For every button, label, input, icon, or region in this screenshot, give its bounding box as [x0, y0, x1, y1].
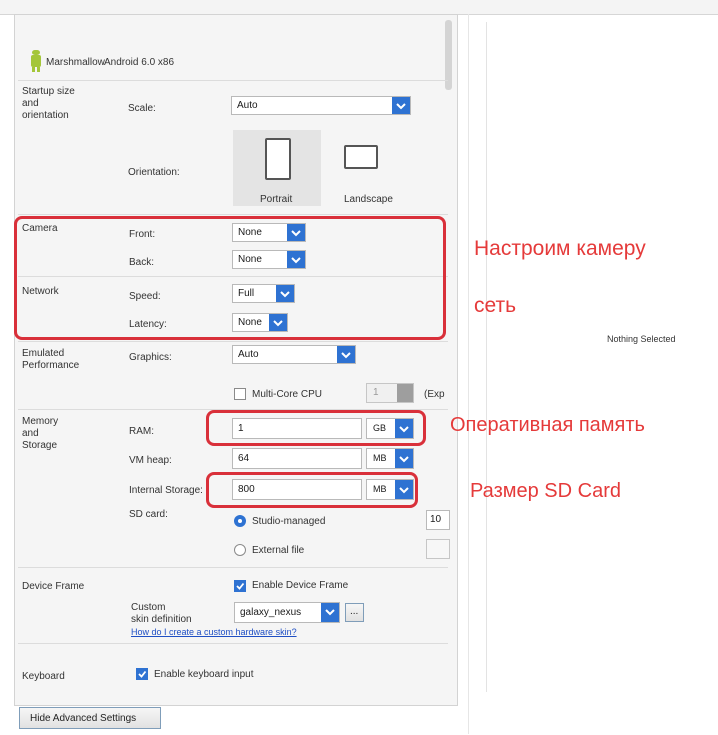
landscape-icon[interactable] — [344, 145, 378, 169]
external-file-label: External file — [252, 545, 305, 556]
enable-device-frame-checkbox[interactable] — [234, 580, 246, 592]
portrait-icon — [265, 138, 291, 180]
enable-keyboard-label: Enable keyboard input — [154, 669, 254, 680]
portrait-option[interactable]: Portrait — [233, 130, 321, 206]
multicore-checkbox[interactable] — [234, 388, 246, 400]
chevron-down-icon — [392, 97, 410, 114]
multicore-hint: (Exp — [424, 389, 445, 400]
annotation-box-internal-storage — [206, 472, 418, 508]
separator — [18, 80, 448, 81]
annotation-box-camera-network — [14, 216, 446, 340]
custom-skin-label: Custom skin definition — [131, 602, 192, 625]
outer-divider — [468, 14, 469, 734]
system-image-api: Android 6.0 x86 — [104, 57, 175, 68]
preview-panel — [486, 22, 718, 692]
external-file-path-input[interactable] — [426, 539, 450, 559]
sdcard-size-value: 10 — [430, 514, 442, 525]
vmheap-unit: MB — [373, 453, 387, 463]
device-frame-section-label: Device Frame — [22, 581, 85, 592]
graphics-combo[interactable]: Auto — [232, 345, 356, 364]
vmheap-label: VM heap: — [129, 455, 172, 466]
annotation-ram: Оперативная память — [450, 414, 645, 436]
scale-label: Scale: — [128, 103, 156, 114]
separator — [18, 567, 448, 568]
portrait-label: Portrait — [260, 194, 293, 205]
studio-managed-label: Studio-managed — [252, 516, 326, 527]
memory-section-label: Memory and Storage — [22, 416, 59, 451]
annotation-camera: Настроим камеру — [474, 237, 646, 260]
performance-section-label: Emulated Performance — [22, 348, 80, 371]
vmheap-value: 64 — [238, 453, 250, 464]
internal-storage-label: Internal Storage: — [129, 485, 203, 496]
enable-keyboard-checkbox[interactable] — [136, 668, 148, 680]
multicore-value: 1 — [373, 387, 379, 398]
vmheap-input[interactable]: 64 — [232, 448, 362, 469]
orientation-label: Orientation: — [128, 167, 180, 178]
chevron-down-icon — [337, 346, 355, 363]
studio-managed-radio[interactable] — [234, 515, 246, 527]
annotation-network: сеть — [474, 294, 517, 317]
multicore-label: Multi-Core CPU — [252, 389, 323, 400]
separator — [18, 214, 448, 215]
separator — [18, 643, 448, 644]
graphics-value: Auto — [238, 349, 259, 360]
graphics-label: Graphics: — [129, 352, 172, 363]
chevron-down-icon — [397, 384, 413, 402]
hide-advanced-settings-label: Hide Advanced Settings — [30, 713, 137, 724]
enable-device-frame-label: Enable Device Frame — [252, 580, 349, 591]
multicore-combo: 1 — [366, 383, 414, 403]
chevron-down-icon — [321, 603, 339, 622]
custom-skin-help-link[interactable]: How do I create a custom hardware skin? — [131, 627, 297, 637]
skin-value: galaxy_nexus — [240, 607, 302, 618]
top-toolbar-strip — [0, 0, 718, 15]
nothing-selected-text: Nothing Selected — [607, 334, 676, 344]
hide-advanced-settings-button[interactable]: Hide Advanced Settings — [19, 707, 161, 729]
browse-skin-button[interactable]: ... — [345, 603, 364, 622]
scale-combo[interactable]: Auto — [231, 96, 411, 115]
sdcard-size-input[interactable]: 10 — [426, 510, 450, 530]
chevron-down-icon — [395, 449, 413, 468]
ram-label: RAM: — [129, 426, 154, 437]
system-image-name: Marshmallow — [46, 57, 105, 68]
keyboard-section-label: Keyboard — [22, 671, 65, 682]
landscape-label[interactable]: Landscape — [344, 194, 393, 205]
android-icon — [29, 49, 43, 78]
external-file-radio[interactable] — [234, 544, 246, 556]
scale-value: Auto — [237, 100, 258, 111]
annotation-sdcard: Размер SD Card — [470, 480, 621, 502]
sdcard-label: SD card: — [129, 509, 168, 520]
separator — [18, 341, 448, 342]
vmheap-unit-combo[interactable]: MB — [366, 448, 414, 469]
startup-section-label: Startup size and orientation — [22, 86, 75, 121]
browse-skin-label: ... — [350, 606, 359, 617]
annotation-box-ram — [206, 410, 426, 446]
skin-combo[interactable]: galaxy_nexus — [234, 602, 340, 623]
